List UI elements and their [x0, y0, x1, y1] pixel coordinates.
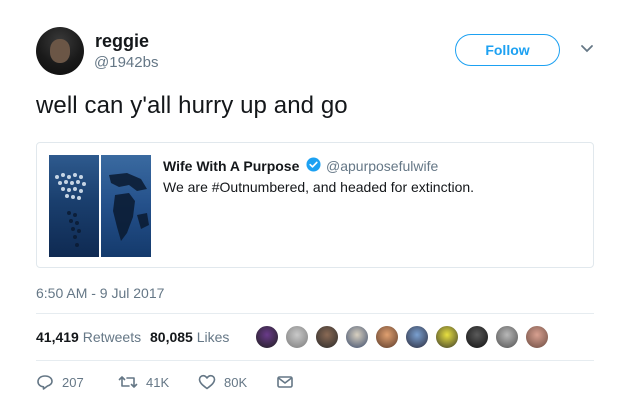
author-avatar[interactable]: [36, 27, 84, 75]
avatar[interactable]: [315, 325, 339, 349]
avatar[interactable]: [495, 325, 519, 349]
retweets-stat[interactable]: 41,419 Retweets: [36, 329, 141, 345]
likes-stat[interactable]: 80,085 Likes: [150, 329, 229, 345]
like-count: 80K: [224, 374, 248, 390]
avatar[interactable]: [285, 325, 309, 349]
avatar[interactable]: [405, 325, 429, 349]
quoted-tweet-image[interactable]: [49, 155, 151, 257]
chevron-down-icon[interactable]: [580, 42, 594, 56]
quoted-author-name[interactable]: Wife With A Purpose: [163, 158, 299, 174]
follow-button[interactable]: Follow: [455, 34, 560, 66]
verified-badge-icon: [306, 157, 321, 172]
reply-button[interactable]: 207: [36, 374, 84, 390]
reply-icon: [37, 375, 53, 390]
avatar[interactable]: [465, 325, 489, 349]
quoted-tweet-text: We are #Outnumbered, and headed for exti…: [163, 179, 475, 195]
tweet-text: well can y'all hurry up and go: [36, 92, 348, 119]
retweet-icon: [118, 376, 138, 388]
stats-divider-bottom: [36, 360, 594, 361]
tweet-timestamp[interactable]: 6:50 AM - 9 Jul 2017: [36, 285, 164, 301]
avatar[interactable]: [375, 325, 399, 349]
avatar[interactable]: [345, 325, 369, 349]
stats-divider-top: [36, 313, 594, 314]
envelope-icon: [277, 376, 293, 388]
retweet-count: 41K: [146, 374, 170, 390]
tweet-actions: 207 41K 80K: [36, 374, 336, 394]
direct-message-button[interactable]: [276, 374, 302, 390]
author-display-name[interactable]: reggie: [95, 31, 149, 52]
retweets-count: 41,419: [36, 329, 79, 345]
avatar[interactable]: [255, 325, 279, 349]
quoted-tweet-card[interactable]: Wife With A Purpose @apurposefulwife We …: [36, 142, 594, 268]
avatar[interactable]: [435, 325, 459, 349]
retweet-button[interactable]: 41K: [118, 374, 169, 390]
retweets-label: Retweets: [82, 329, 142, 345]
heart-icon: [198, 374, 216, 390]
avatar[interactable]: [525, 325, 549, 349]
quoted-author-handle[interactable]: @apurposefulwife: [326, 158, 438, 174]
reply-count: 207: [62, 374, 84, 390]
likes-count: 80,085: [150, 329, 193, 345]
author-handle[interactable]: @1942bs: [94, 54, 158, 71]
likes-label: Likes: [196, 329, 230, 345]
like-button[interactable]: 80K: [198, 374, 247, 390]
